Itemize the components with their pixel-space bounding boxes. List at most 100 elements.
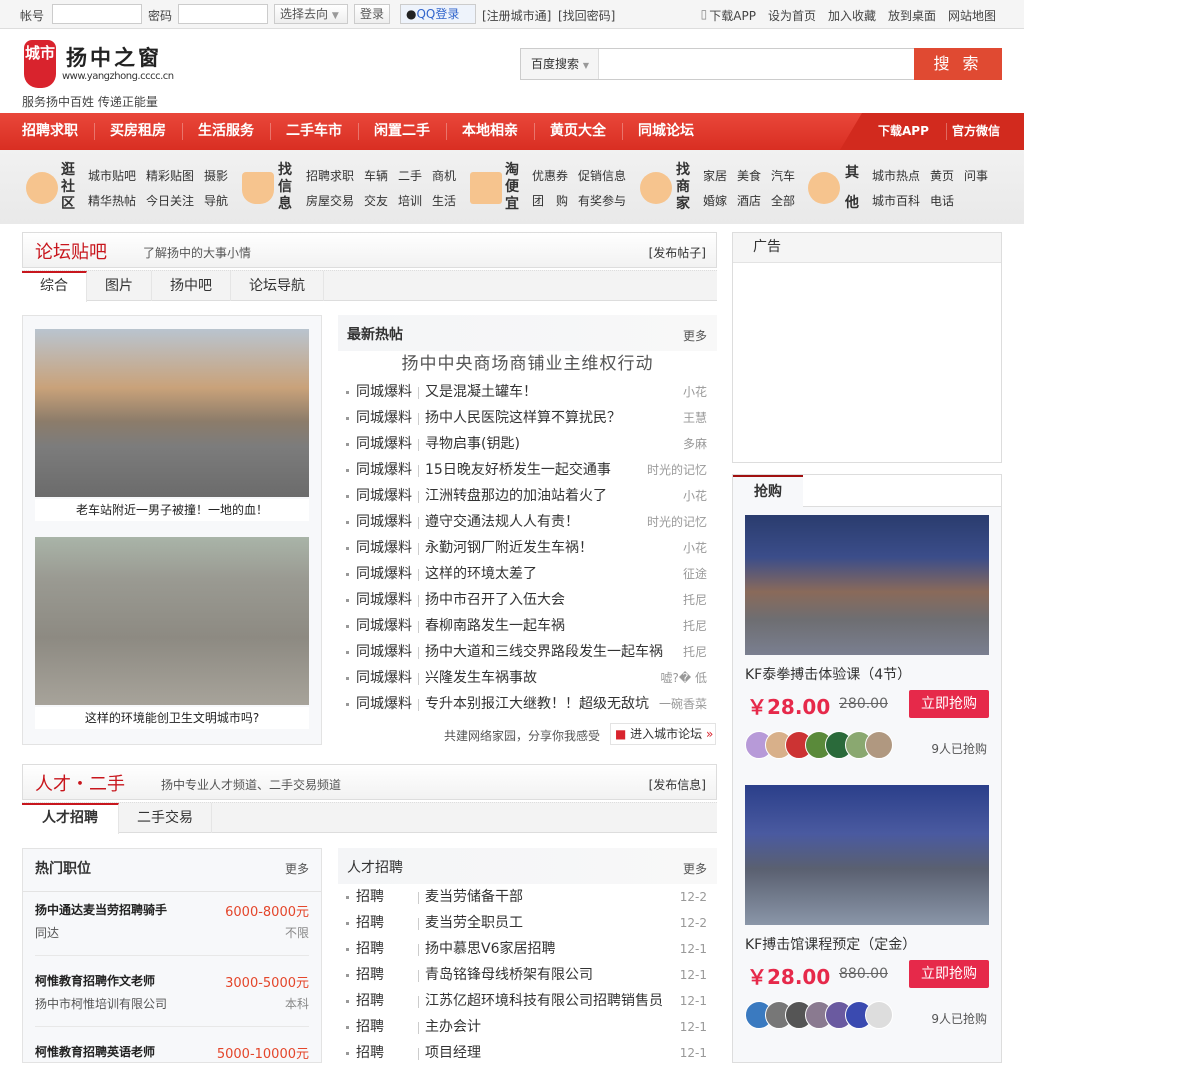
post-category[interactable]: 同城爆料 xyxy=(356,561,412,587)
category-link[interactable]: 家居 xyxy=(703,167,727,184)
search-engine-select[interactable]: 百度搜索 ▼ xyxy=(521,49,599,79)
photo-caption[interactable]: 这样的环境能创卫生文明城市吗? xyxy=(35,707,309,729)
qq-login-button[interactable]: ●QQ登录 xyxy=(400,4,476,24)
news-photo[interactable] xyxy=(35,537,309,705)
login-button[interactable]: 登录 xyxy=(354,4,391,24)
nav-download-app[interactable]: 下载APP xyxy=(878,113,929,150)
product-name[interactable]: KF搏击馆课程预定（定金） xyxy=(745,934,916,954)
more-link[interactable]: 更多 xyxy=(285,860,309,877)
account-input[interactable] xyxy=(52,4,142,24)
password-input[interactable] xyxy=(178,4,268,24)
category-link[interactable]: 摄影 xyxy=(204,167,228,184)
post-title[interactable]: 15日晚友好桥发生一起交通事 xyxy=(425,457,611,483)
post-category[interactable]: 招聘 xyxy=(356,962,384,988)
category-link[interactable]: 培训 xyxy=(398,192,422,209)
category-link[interactable]: 婚嫁 xyxy=(703,192,727,209)
post-title[interactable]: 扬中大道和三线交界路段发生一起车祸 xyxy=(425,639,663,665)
post-title[interactable]: 永勤河钢厂附近发生车祸！ xyxy=(425,535,593,561)
job-name[interactable]: 柯惟教育招聘作文老师 xyxy=(35,972,155,989)
photo-caption[interactable]: 老车站附近一男子被撞！一地的血！ xyxy=(35,499,309,521)
post-thread-link[interactable]: [发布帖子] xyxy=(649,244,706,261)
post-category[interactable]: 同城爆料 xyxy=(356,535,412,561)
list-item[interactable]: 同城爆料 又是混凝土罐车！ 小花 xyxy=(338,379,717,405)
list-item[interactable]: 同城爆料 春柳南路发生一起车祸 托尼 xyxy=(338,613,717,639)
add-favorite-link[interactable]: 加入收藏 xyxy=(828,7,876,24)
product-image[interactable] xyxy=(745,785,989,925)
category-link[interactable]: 团 购 xyxy=(532,192,568,209)
job-name[interactable]: 扬中通达麦当劳招聘骑手 xyxy=(35,901,167,918)
list-item[interactable]: 同城爆料 寻物启事(钥匙) 多麻 xyxy=(338,431,717,457)
list-item[interactable]: 招聘 麦当劳全职员工 12-2 xyxy=(338,910,717,936)
post-title[interactable]: 又是混凝土罐车！ xyxy=(425,379,537,405)
category-link[interactable]: 黄页 xyxy=(930,167,954,184)
nav-wechat[interactable]: 官方微信 xyxy=(952,113,1000,150)
category-link[interactable]: 商机 xyxy=(432,167,456,184)
product-image[interactable] xyxy=(745,515,989,655)
post-title[interactable]: 专升本别报江大继教！！超级无敌坑 xyxy=(425,691,649,717)
category-link[interactable]: 促销信息 xyxy=(578,167,626,184)
list-item[interactable]: 招聘 麦当劳储备干部 12-2 xyxy=(338,884,717,910)
site-name[interactable]: 扬中之窗 xyxy=(66,42,162,72)
post-title[interactable]: 兴隆发生车祸事故 xyxy=(425,665,537,691)
list-item[interactable]: 同城爆料 15日晚友好桥发生一起交通事 时光的记忆 xyxy=(338,457,717,483)
post-title[interactable]: 扬中市召开了入伍大会 xyxy=(425,587,565,613)
post-title[interactable]: 麦当劳储备干部 xyxy=(425,884,523,910)
post-category[interactable]: 同城爆料 xyxy=(356,379,412,405)
list-item[interactable]: 同城爆料 永勤河钢厂附近发生车祸！ 小花 xyxy=(338,535,717,561)
list-item[interactable]: 招聘 主办会计 12-1 xyxy=(338,1014,717,1040)
post-title[interactable]: 江洲转盘那边的加油站着火了 xyxy=(425,483,607,509)
list-item[interactable]: 同城爆料 江洲转盘那边的加油站着火了 小花 xyxy=(338,483,717,509)
post-category[interactable]: 招聘 xyxy=(356,910,384,936)
search-input[interactable] xyxy=(601,51,911,77)
download-app-link[interactable]: 下载APP xyxy=(709,7,756,24)
tab-general[interactable]: 综合 xyxy=(22,271,87,302)
category-link[interactable]: 问事 xyxy=(964,167,988,184)
list-item[interactable]: 招聘 江苏亿超环境科技有限公司招聘销售员 12-1 xyxy=(338,988,717,1014)
more-link[interactable]: 更多 xyxy=(683,860,707,877)
post-category[interactable]: 同城爆料 xyxy=(356,483,412,509)
direction-select[interactable]: 选择去向 ▼ xyxy=(274,4,348,24)
category-link[interactable]: 精华热帖 xyxy=(88,192,136,209)
nav-dating[interactable]: 本地相亲 xyxy=(462,113,518,150)
post-category[interactable]: 同城爆料 xyxy=(356,613,412,639)
list-item[interactable]: 同城爆料 兴隆发生车祸事故 嘘?� 低 xyxy=(338,665,717,691)
post-title[interactable]: 项目经理 xyxy=(425,1040,481,1066)
buy-now-button[interactable]: 立即抢购 xyxy=(909,690,989,718)
tab-yangzhong-bar[interactable]: 扬中吧 xyxy=(152,271,231,301)
search-button[interactable]: 搜 索 xyxy=(914,48,1002,80)
set-homepage-link[interactable]: 设为首页 xyxy=(768,7,816,24)
logo[interactable]: 城市 xyxy=(24,40,56,88)
list-item[interactable]: 同城爆料 专升本别报江大继教！！超级无敌坑 一碗香菜 xyxy=(338,691,717,717)
post-title[interactable]: 这样的环境太差了 xyxy=(425,561,537,587)
sitemap-link[interactable]: 网站地图 xyxy=(948,7,996,24)
post-title[interactable]: 江苏亿超环境科技有限公司招聘销售员 xyxy=(425,988,663,1014)
category-link[interactable]: 城市贴吧 xyxy=(88,167,136,184)
list-item[interactable]: 同城爆料 扬中大道和三线交界路段发生一起车祸 托尼 xyxy=(338,639,717,665)
category-link[interactable]: 城市热点 xyxy=(872,167,920,184)
post-category[interactable]: 同城爆料 xyxy=(356,665,412,691)
buy-now-button[interactable]: 立即抢购 xyxy=(909,960,989,988)
nav-housing[interactable]: 买房租房 xyxy=(110,113,166,150)
post-category[interactable]: 招聘 xyxy=(356,988,384,1014)
list-item[interactable]: 同城爆料 扬中市召开了入伍大会 托尼 xyxy=(338,587,717,613)
category-link[interactable]: 精彩贴图 xyxy=(146,167,194,184)
enter-forum-button[interactable]: ■ 进入城市论坛 » xyxy=(610,723,716,745)
category-link[interactable]: 车辆 xyxy=(364,167,388,184)
post-category[interactable]: 招聘 xyxy=(356,884,384,910)
post-category[interactable]: 同城爆料 xyxy=(356,691,412,717)
category-link[interactable]: 城市百科 xyxy=(872,192,920,209)
post-category[interactable]: 同城爆料 xyxy=(356,457,412,483)
category-link[interactable]: 招聘求职 xyxy=(306,167,354,184)
category-link[interactable]: 美食 xyxy=(737,167,761,184)
headline-link[interactable]: 扬中中央商场商铺业主维权行动 xyxy=(338,351,717,379)
list-item[interactable]: 招聘 青岛铭锋母线桥架有限公司 12-1 xyxy=(338,962,717,988)
nav-services[interactable]: 生活服务 xyxy=(198,113,254,150)
list-item[interactable]: 招聘 扬中慕思V6家居招聘 12-1 xyxy=(338,936,717,962)
post-title[interactable]: 扬中慕思V6家居招聘 xyxy=(425,936,555,962)
post-category[interactable]: 同城爆料 xyxy=(356,639,412,665)
post-category[interactable]: 同城爆料 xyxy=(356,431,412,457)
list-item[interactable]: 同城爆料 这样的环境太差了 征途 xyxy=(338,561,717,587)
category-link[interactable]: 生活 xyxy=(432,192,456,209)
job-name[interactable]: 柯惟教育招聘英语老师 xyxy=(35,1043,155,1060)
list-item[interactable]: 同城爆料 遵守交通法规人人有责！ 时光的记忆 xyxy=(338,509,717,535)
